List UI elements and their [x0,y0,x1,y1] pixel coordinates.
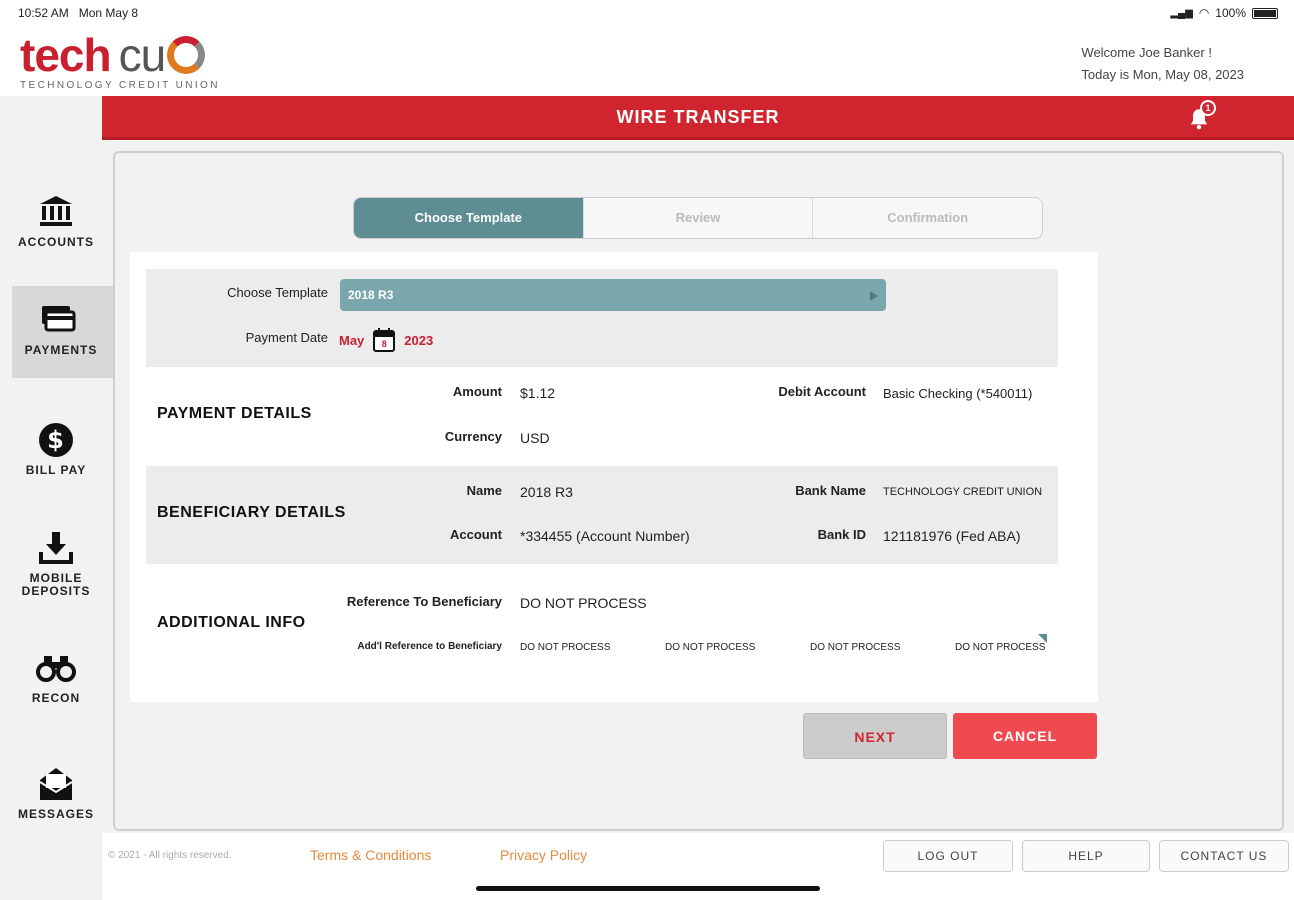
beneficiary-account-label: Account [450,527,502,542]
beneficiary-name-label: Name [466,483,502,498]
beneficiary-details-title: BENEFICIARY DETAILS [157,504,346,521]
sidebar-item-label-line2: DEPOSITS [21,584,91,598]
beneficiary-details-section: BENEFICIARY DETAILS Name 2018 R3 Account… [146,466,1058,564]
main-panel: Choose Template Review Confirmation Choo… [113,151,1284,831]
home-indicator[interactable] [476,886,820,891]
welcome-block: Welcome Joe Banker ! Today is Mon, May 0… [1081,42,1244,86]
notification-bell[interactable]: 1 [1186,100,1222,132]
payment-date-picker[interactable]: May 8 2023 [339,325,433,355]
sidebar-item-bill-pay[interactable]: $ BILL PAY [0,420,112,512]
date-month: May [339,332,365,348]
sidebar-item-messages[interactable]: MESSAGES [0,764,112,856]
choose-template-label: Choose Template [227,285,328,300]
copyright-text: © 2021 - All rights reserved. [108,850,232,861]
debit-account-value: Basic Checking (*540011) [883,386,1033,401]
step-confirmation: Confirmation [887,210,969,225]
logo-text-tech: tech [20,29,112,81]
next-button[interactable]: NEXT [803,713,947,759]
help-button[interactable]: HELP [1022,840,1150,872]
step-progress: Choose Template Review Confirmation [353,197,1043,239]
bank-name-value: TECHNOLOGY CREDIT UNION [883,486,1043,498]
sidebar-item-label: RECON [31,691,81,705]
addl-reference-value-3: DO NOT PROCESS [810,642,901,653]
status-right: ▂▄▆ ◠ 100% [1170,6,1278,20]
cancel-button[interactable]: CANCEL [953,713,1097,759]
download-icon [39,532,73,564]
expand-corner-icon[interactable] [1038,634,1047,643]
calendar-icon: 8 [372,327,396,353]
amount-value: $1.12 [520,385,556,401]
bank-id-value: 121181976 (Fed ABA) [883,528,1021,544]
sidebar-item-label: MESSAGES [17,807,94,821]
additional-info-section: ADDITIONAL INFO Reference To Beneficiary… [146,564,1058,684]
addl-reference-value-1: DO NOT PROCESS [520,642,611,653]
contact-us-button[interactable]: CONTACT US [1159,840,1289,872]
sidebar-item-label: ACCOUNTS [18,235,94,249]
bank-id-label: Bank ID [817,527,866,542]
template-section: Choose Template 2018 R3 Payment Date May… [146,269,1058,367]
reference-value: DO NOT PROCESS [520,595,647,611]
beneficiary-account-value: *334455 (Account Number) [520,528,690,544]
sidebar-item-payments[interactable]: PAYMENTS [12,286,122,378]
notification-badge: 1 [1200,100,1216,116]
bank-icon [40,196,72,226]
step-review: Review [584,198,814,238]
sidebar-item-recon[interactable]: RECON [0,648,112,740]
logo-ring-icon [167,36,206,74]
date-day: 8 [381,339,387,349]
dropdown-arrow-icon [870,291,878,301]
privacy-link[interactable]: Privacy Policy [500,847,587,863]
choose-template-dropdown[interactable]: 2018 R3 [340,279,886,311]
wire-form-card: Choose Template 2018 R3 Payment Date May… [130,252,1098,702]
payment-details-section: PAYMENT DETAILS Amount $1.12 Currency US… [146,367,1058,466]
additional-info-title: ADDITIONAL INFO [157,614,306,631]
welcome-text: Welcome Joe Banker ! [1081,45,1212,60]
bank-name-label: Bank Name [795,483,866,498]
addl-reference-value-4: DO NOT PROCESS [955,642,1046,653]
debit-account-label: Debit Account [778,384,866,399]
signal-icon: ▂▄▆ [1170,7,1193,19]
sidebar-item-accounts[interactable]: ACCOUNTS [0,192,112,284]
page-title-bar: WIRE TRANSFER 1 [102,96,1294,140]
logo-tagline: TECHNOLOGY CREDIT UNION [20,80,220,91]
currency-label: Currency [444,429,502,444]
page-title: WIRE TRANSFER [616,107,780,127]
beneficiary-name-value: 2018 R3 [520,484,573,500]
brand-logo[interactable]: tech cu TECHNOLOGY CREDIT UNION [20,32,220,91]
choose-template-value: 2018 R3 [348,288,394,302]
battery-icon [1252,7,1278,19]
svg-text:$: $ [47,426,65,454]
logout-button[interactable]: LOG OUT [883,840,1013,872]
sidebar: ACCOUNTS PAYMENTS $ BILL PAY MOBILE DEPO… [0,96,122,900]
payment-details-title: PAYMENT DETAILS [157,405,312,422]
reference-label: Reference To Beneficiary [346,594,502,609]
status-bar: 10:52 AM Mon May 8 ▂▄▆ ◠ 100% [0,0,1294,26]
today-text: Today is Mon, May 08, 2023 [1081,67,1244,82]
envelope-icon [39,768,73,800]
dollar-icon: $ [39,423,73,457]
sidebar-item-label: BILL PAY [25,463,87,477]
date-year: 2023 [404,332,434,348]
step-choose-template: Choose Template [354,198,584,238]
status-time: 10:52 AM Mon May 8 [18,6,139,20]
addl-reference-label: Add'l Reference to Beneficiary [357,641,502,652]
sidebar-item-mobile-deposits[interactable]: MOBILE DEPOSITS [0,528,112,620]
battery-percent: 100% [1215,6,1246,20]
amount-label: Amount [452,384,502,399]
binoculars-icon [36,656,76,682]
app-header: tech cu TECHNOLOGY CREDIT UNION Welcome … [0,26,1294,96]
currency-value: USD [520,430,550,446]
addl-reference-value-2: DO NOT PROCESS [665,642,756,653]
sidebar-item-label: PAYMENTS [24,343,98,357]
wifi-icon: ◠ [1198,6,1210,20]
payment-date-label: Payment Date [245,330,328,345]
terms-link[interactable]: Terms & Conditions [310,847,431,863]
logo-text-cu: cu [118,29,167,81]
payments-icon [42,306,76,332]
